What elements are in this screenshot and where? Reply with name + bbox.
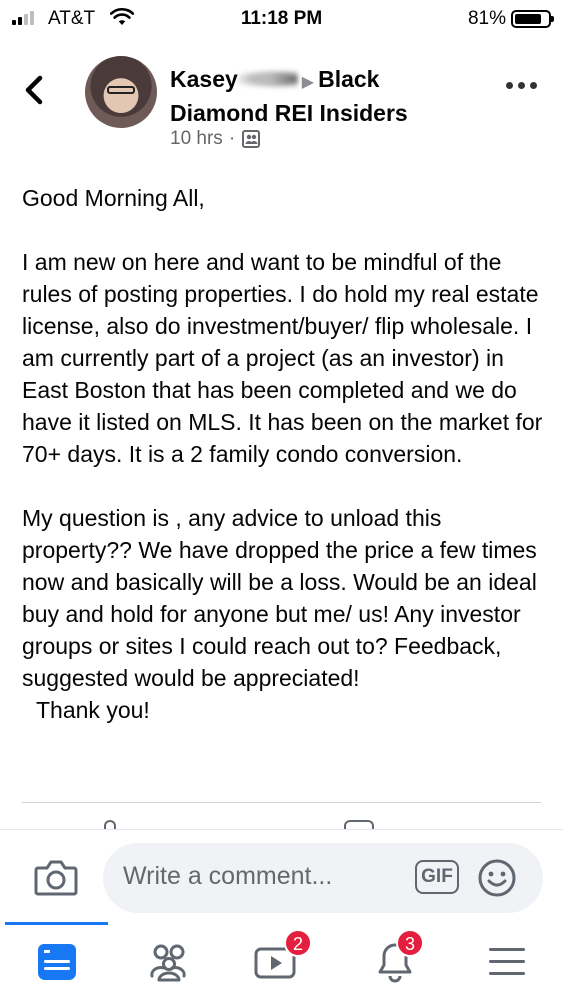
post-paragraph: Good Morning All, xyxy=(22,185,205,211)
group-members-icon xyxy=(242,130,261,148)
post-meta: 10 hrs · xyxy=(170,128,261,150)
notifications-badge: 3 xyxy=(396,929,424,957)
groups-icon xyxy=(150,944,186,982)
post-paragraph: I am new on here and want to be mindful … xyxy=(22,249,543,467)
watch-badge: 2 xyxy=(284,929,312,957)
avatar-glasses xyxy=(107,86,135,94)
battery-percentage: 81% xyxy=(467,8,506,29)
tab-menu[interactable] xyxy=(482,937,532,987)
comment-composer: Write a comment... GIF xyxy=(0,830,563,925)
news-feed-icon xyxy=(38,944,76,980)
reactions-divider xyxy=(22,802,541,803)
hamburger-menu-icon xyxy=(489,948,525,975)
tab-notifications[interactable]: 3 xyxy=(370,929,424,987)
post-timestamp[interactable]: 10 hrs xyxy=(170,128,223,150)
battery-fill xyxy=(515,14,541,24)
author-avatar[interactable] xyxy=(85,56,157,128)
gif-button[interactable]: GIF xyxy=(415,860,459,894)
more-dots-icon xyxy=(506,82,513,89)
comment-input[interactable]: Write a comment... GIF xyxy=(103,843,543,913)
post-body: Good Morning All, I am new on here and w… xyxy=(22,182,547,726)
tab-groups[interactable] xyxy=(143,937,193,987)
tab-watch[interactable]: 2 xyxy=(250,929,312,987)
post-closing: Thank you! xyxy=(36,697,150,723)
more-options-button[interactable] xyxy=(506,82,537,89)
arrow-right-icon: ▶ xyxy=(301,74,315,91)
redacted-surname xyxy=(237,68,298,90)
author-name[interactable]: Kasey xyxy=(170,66,238,92)
post-author-line: Kasey ▶ Black Diamond REI Insiders xyxy=(170,64,500,128)
group-name-line1[interactable]: Black xyxy=(318,66,379,92)
camera-icon[interactable] xyxy=(34,858,78,896)
post-paragraph: My question is , any advice to unload th… xyxy=(22,505,537,691)
tab-news-feed[interactable] xyxy=(32,937,82,987)
bottom-tab-bar: 2 3 xyxy=(0,922,563,1000)
chevron-left-icon xyxy=(25,75,43,105)
status-bar: AT&T 11:18 PM 81% xyxy=(0,0,563,38)
group-name-line2[interactable]: Diamond REI Insiders xyxy=(170,100,408,126)
active-tab-indicator xyxy=(5,922,108,925)
emoji-icon[interactable] xyxy=(477,858,517,898)
meta-separator: · xyxy=(228,128,236,149)
comment-placeholder: Write a comment... xyxy=(123,862,333,890)
back-button[interactable] xyxy=(24,70,54,110)
battery-icon xyxy=(511,10,554,28)
